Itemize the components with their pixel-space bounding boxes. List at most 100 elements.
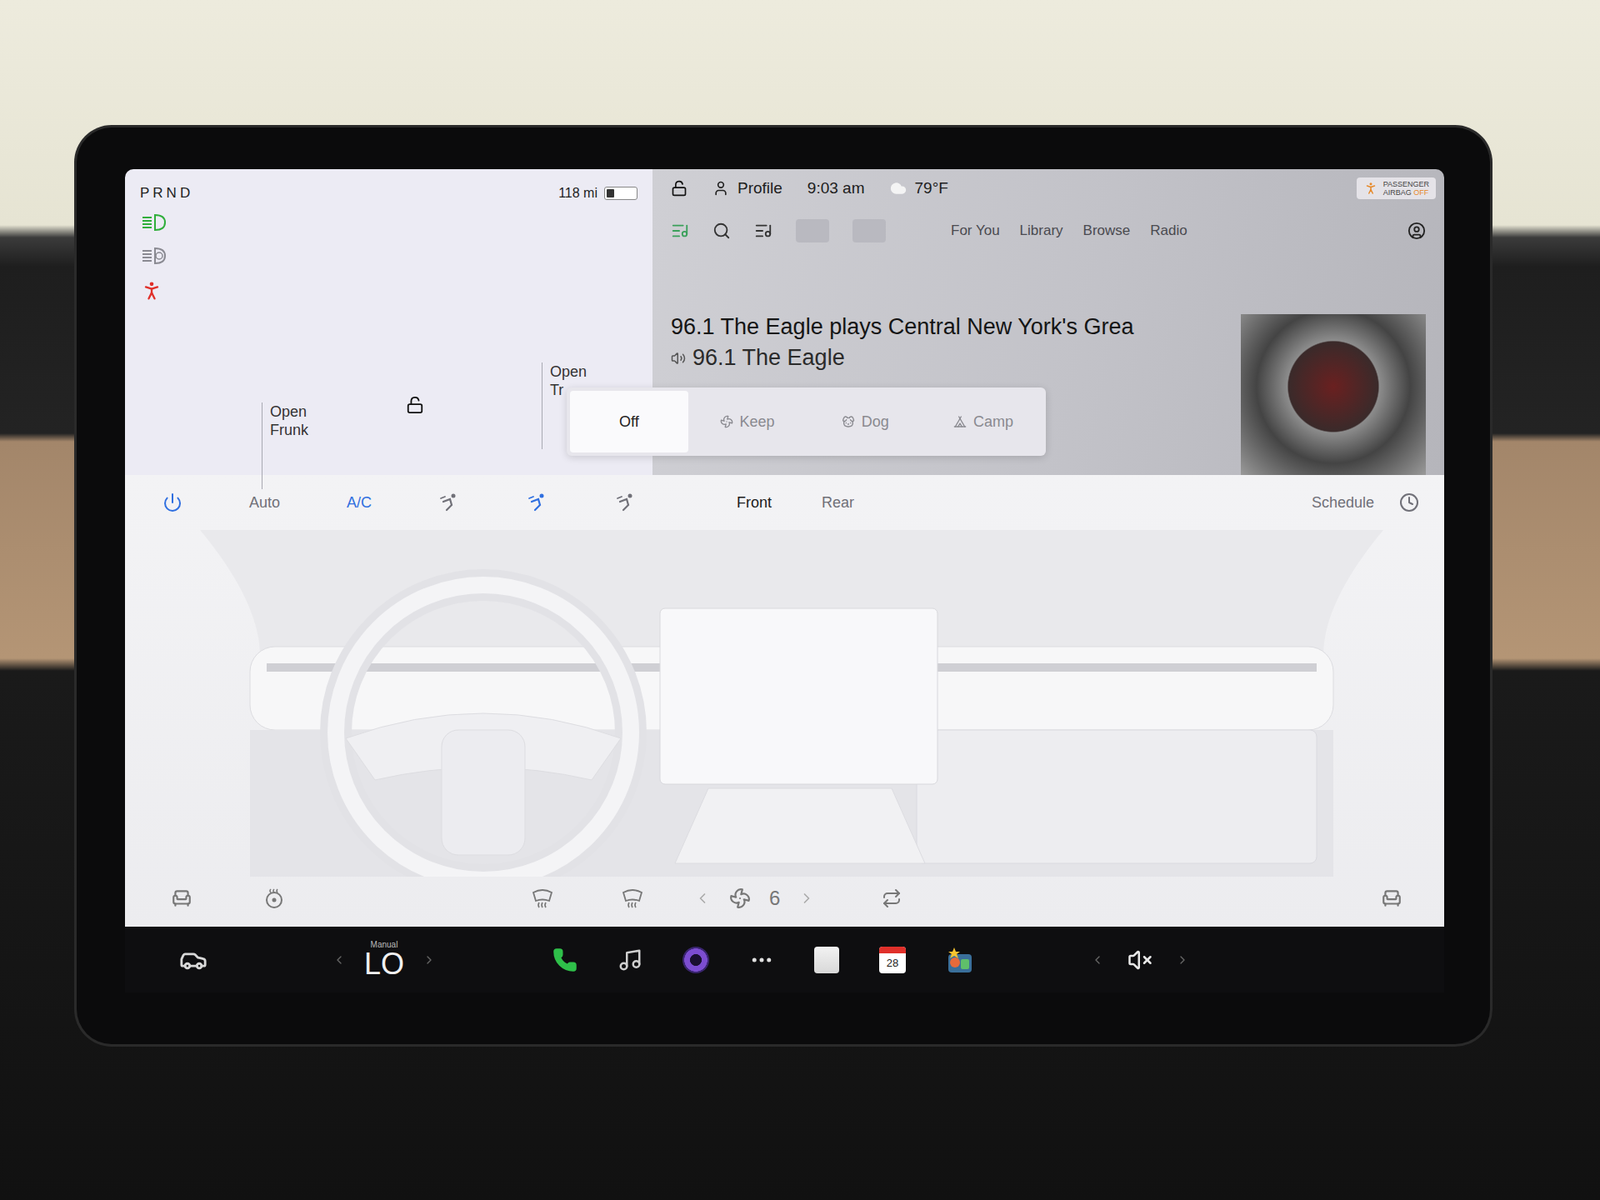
steering-heat-icon[interactable] — [263, 887, 285, 910]
vehicle-header: PRND 118 mi — [140, 180, 638, 206]
zone-tab[interactable]: Rear — [821, 494, 855, 512]
door-lock-button[interactable] — [404, 394, 426, 416]
cabin-illustration — [125, 530, 1445, 877]
recirculate-icon — [881, 888, 902, 909]
fan-speed-control: 6 — [694, 886, 815, 910]
profile-label: Profile — [737, 179, 783, 198]
vehicle-body: OpenFrunkOpenTr — [140, 205, 638, 490]
seat-heat-icon — [170, 887, 193, 910]
app-launcher: 28 — [552, 945, 975, 975]
track-title: 96.1 The Eagle plays Central New York's … — [670, 314, 1233, 340]
gear-indicator: PRND — [140, 185, 194, 202]
climate-keeper-option[interactable]: Off — [570, 390, 689, 453]
chevron-left-icon[interactable] — [1090, 953, 1105, 967]
front-defrost-icon[interactable] — [530, 887, 555, 910]
airflow-icon[interactable] — [615, 491, 637, 514]
top-row: PRND118 miOpenFrunkOpenTrProfile9:03 am7… — [125, 169, 1445, 475]
camera-icon[interactable] — [682, 946, 710, 974]
display-bezel: PRND118 miOpenFrunkOpenTrProfile9:03 am7… — [76, 127, 1490, 1045]
airflow-icon[interactable] — [526, 491, 549, 514]
rear-defrost-button[interactable] — [620, 887, 645, 910]
airbag-line: PASSENGER — [1383, 180, 1430, 189]
chevron-right-icon[interactable] — [1175, 953, 1190, 967]
recirculate-button[interactable] — [881, 888, 902, 909]
temperature-display: ManualLO — [364, 940, 405, 980]
source-icon[interactable] — [670, 221, 690, 240]
dock-bar: ManualLO 28 — [125, 926, 1445, 993]
cloud-icon — [890, 180, 907, 197]
toybox-icon[interactable] — [945, 945, 975, 975]
unlock-icon[interactable] — [670, 180, 688, 197]
auto-headlight-icon — [140, 245, 169, 266]
climate-modes: Auto A/C — [162, 491, 637, 514]
airbag-badge: PASSENGERAIRBAG OFF — [1356, 177, 1436, 200]
open-frunk-button[interactable]: OpenFrunk — [261, 402, 309, 490]
option-label: Keep — [740, 413, 775, 431]
seat-heat-icon — [1380, 887, 1403, 910]
schedule-button[interactable]: Schedule — [1311, 494, 1375, 512]
weather: 79°F — [890, 179, 949, 198]
zone-tab[interactable]: Front — [736, 494, 772, 512]
passenger-seat-heat-button[interactable] — [1380, 887, 1403, 910]
mute-icon[interactable] — [1127, 947, 1153, 973]
chevron-right-icon[interactable] — [422, 953, 436, 967]
temperature: 79°F — [915, 179, 949, 198]
status-bar: Profile9:03 am79°FPASSENGERAIRBAG OFF — [652, 169, 1445, 208]
clock-icon[interactable] — [1399, 492, 1420, 513]
search-icon[interactable] — [712, 221, 731, 240]
account-icon[interactable] — [1407, 221, 1426, 240]
media-nav-link[interactable]: For You — [950, 222, 1000, 240]
option-label: Camp — [973, 413, 1014, 431]
touchscreen: PRND118 miOpenFrunkOpenTrProfile9:03 am7… — [125, 169, 1445, 993]
airbag-state: OFF — [1413, 188, 1429, 197]
rear-defrost-icon[interactable] — [620, 887, 645, 910]
notes-icon[interactable] — [814, 946, 840, 974]
calendar-icon[interactable]: 28 — [879, 946, 906, 974]
chevron-left-icon[interactable] — [332, 953, 346, 967]
calendar-day: 28 — [879, 953, 906, 974]
airbag-line: AIRBAG OFF — [1383, 188, 1430, 197]
label-line: Open — [550, 362, 587, 381]
fan-icon — [729, 887, 751, 910]
dog-icon — [841, 415, 855, 429]
temperature-value: LO — [364, 949, 405, 980]
airflow-icon[interactable] — [438, 491, 460, 514]
volume-control — [1090, 947, 1190, 973]
phone-icon[interactable] — [552, 947, 578, 973]
photo-backdrop: PRND118 miOpenFrunkOpenTrProfile9:03 am7… — [0, 0, 1600, 1200]
climate-toggle[interactable]: A/C — [346, 494, 372, 512]
climate-keeper-option[interactable]: Keep — [688, 390, 807, 453]
person-icon — [712, 180, 730, 197]
airbag-icon — [1363, 180, 1379, 196]
range-text: 118 mi — [558, 185, 598, 201]
media-nav-link[interactable]: Library — [1020, 222, 1064, 240]
tent-icon — [953, 415, 967, 429]
schedule-group: Schedule — [1311, 492, 1420, 513]
car-icon[interactable] — [179, 945, 208, 975]
battery-icon — [604, 186, 638, 200]
chevron-right-icon[interactable] — [798, 890, 815, 907]
station-row: 96.1 The Eagle — [670, 345, 1233, 371]
climate-toggle[interactable]: Auto — [249, 494, 280, 512]
media-nav-link[interactable]: Browse — [1083, 222, 1131, 240]
fan-icon — [720, 415, 734, 429]
climate-keeper-option[interactable]: Dog — [806, 390, 925, 453]
music-icon[interactable] — [617, 947, 643, 973]
power-icon[interactable] — [162, 492, 183, 513]
climate-bottom-bar: 6 — [125, 876, 1445, 927]
steering-heat-button[interactable] — [263, 887, 285, 910]
temperature-control: ManualLO — [332, 940, 436, 980]
profile-button[interactable]: Profile — [712, 179, 783, 198]
toolbar-button[interactable] — [795, 219, 830, 243]
front-defrost-button[interactable] — [530, 887, 555, 910]
zone-tabs: Front Rear — [736, 494, 855, 512]
driver-seat-heat-button[interactable] — [170, 887, 193, 910]
toolbar-button[interactable] — [852, 219, 886, 243]
queue-icon[interactable] — [754, 221, 773, 240]
more-icon[interactable] — [749, 947, 775, 973]
climate-keeper-option[interactable]: Camp — [924, 390, 1043, 453]
album-art — [1240, 314, 1426, 475]
chevron-left-icon[interactable] — [694, 890, 711, 907]
climate-toolbar: Auto A/C Front Rear Schedule — [125, 475, 1445, 530]
media-nav-link[interactable]: Radio — [1150, 222, 1187, 240]
